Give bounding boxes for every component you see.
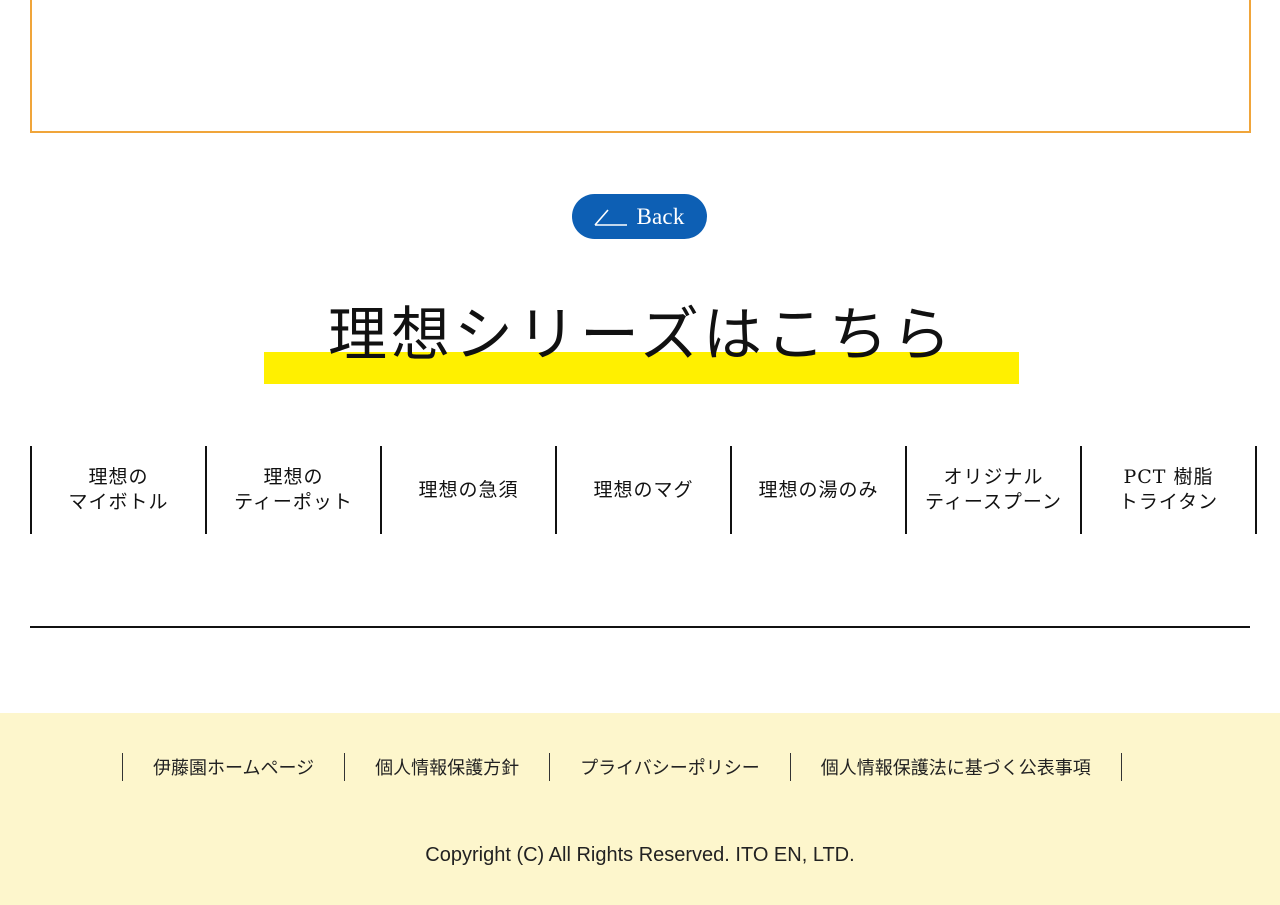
back-button[interactable]: Back	[572, 194, 707, 239]
footer: 伊藤園ホームページ 個人情報保護方針 プライバシーポリシー 個人情報保護法に基づ…	[0, 713, 1280, 905]
series-item-my-bottle[interactable]: 理想の マイボトル	[32, 446, 207, 534]
footer-link-public-disclosure[interactable]: 個人情報保護法に基づく公表事項	[791, 753, 1122, 781]
series-heading: 理想シリーズはこちら	[264, 296, 1019, 386]
footer-links: 伊藤園ホームページ 個人情報保護方針 プライバシーポリシー 個人情報保護法に基づ…	[122, 753, 1122, 781]
series-item-kyusu[interactable]: 理想の急須	[382, 446, 557, 534]
top-content-box	[30, 0, 1251, 133]
back-arrow-icon	[594, 208, 628, 226]
section-divider	[30, 626, 1250, 628]
series-item-label: 理想の湯のみ	[758, 478, 879, 501]
series-item-label: 理想のマグ	[593, 478, 694, 501]
series-item-mug[interactable]: 理想のマグ	[557, 446, 732, 534]
series-item-tritan[interactable]: PCT 樹脂 トライタン	[1082, 446, 1257, 534]
copyright: Copyright (C) All Rights Reserved. ITO E…	[425, 844, 855, 866]
series-heading-text: 理想シリーズはこちら	[327, 300, 956, 369]
series-item-label: 理想の ティーポット	[234, 466, 353, 513]
series-product-nav: 理想の マイボトル 理想の ティーポット 理想の急須 理想のマグ 理想の湯のみ …	[30, 446, 1257, 534]
footer-link-itoen-home[interactable]: 伊藤園ホームページ	[123, 753, 346, 781]
series-item-label: PCT 樹脂 トライタン	[1118, 466, 1219, 513]
page: Back 理想シリーズはこちら 理想の マイボトル 理想の ティーポット 理想の…	[0, 0, 1280, 905]
series-item-label: オリジナル ティースプーン	[925, 466, 1062, 513]
footer-link-privacy-policy-basic[interactable]: 個人情報保護方針	[345, 753, 551, 781]
series-item-yunomi[interactable]: 理想の湯のみ	[732, 446, 907, 534]
series-item-teapot[interactable]: 理想の ティーポット	[207, 446, 382, 534]
series-item-teaspoon[interactable]: オリジナル ティースプーン	[907, 446, 1082, 534]
footer-link-privacy-policy[interactable]: プライバシーポリシー	[550, 753, 791, 781]
series-item-label: 理想の急須	[418, 478, 519, 501]
back-button-label: Back	[636, 204, 685, 229]
series-item-label: 理想の マイボトル	[68, 466, 169, 513]
